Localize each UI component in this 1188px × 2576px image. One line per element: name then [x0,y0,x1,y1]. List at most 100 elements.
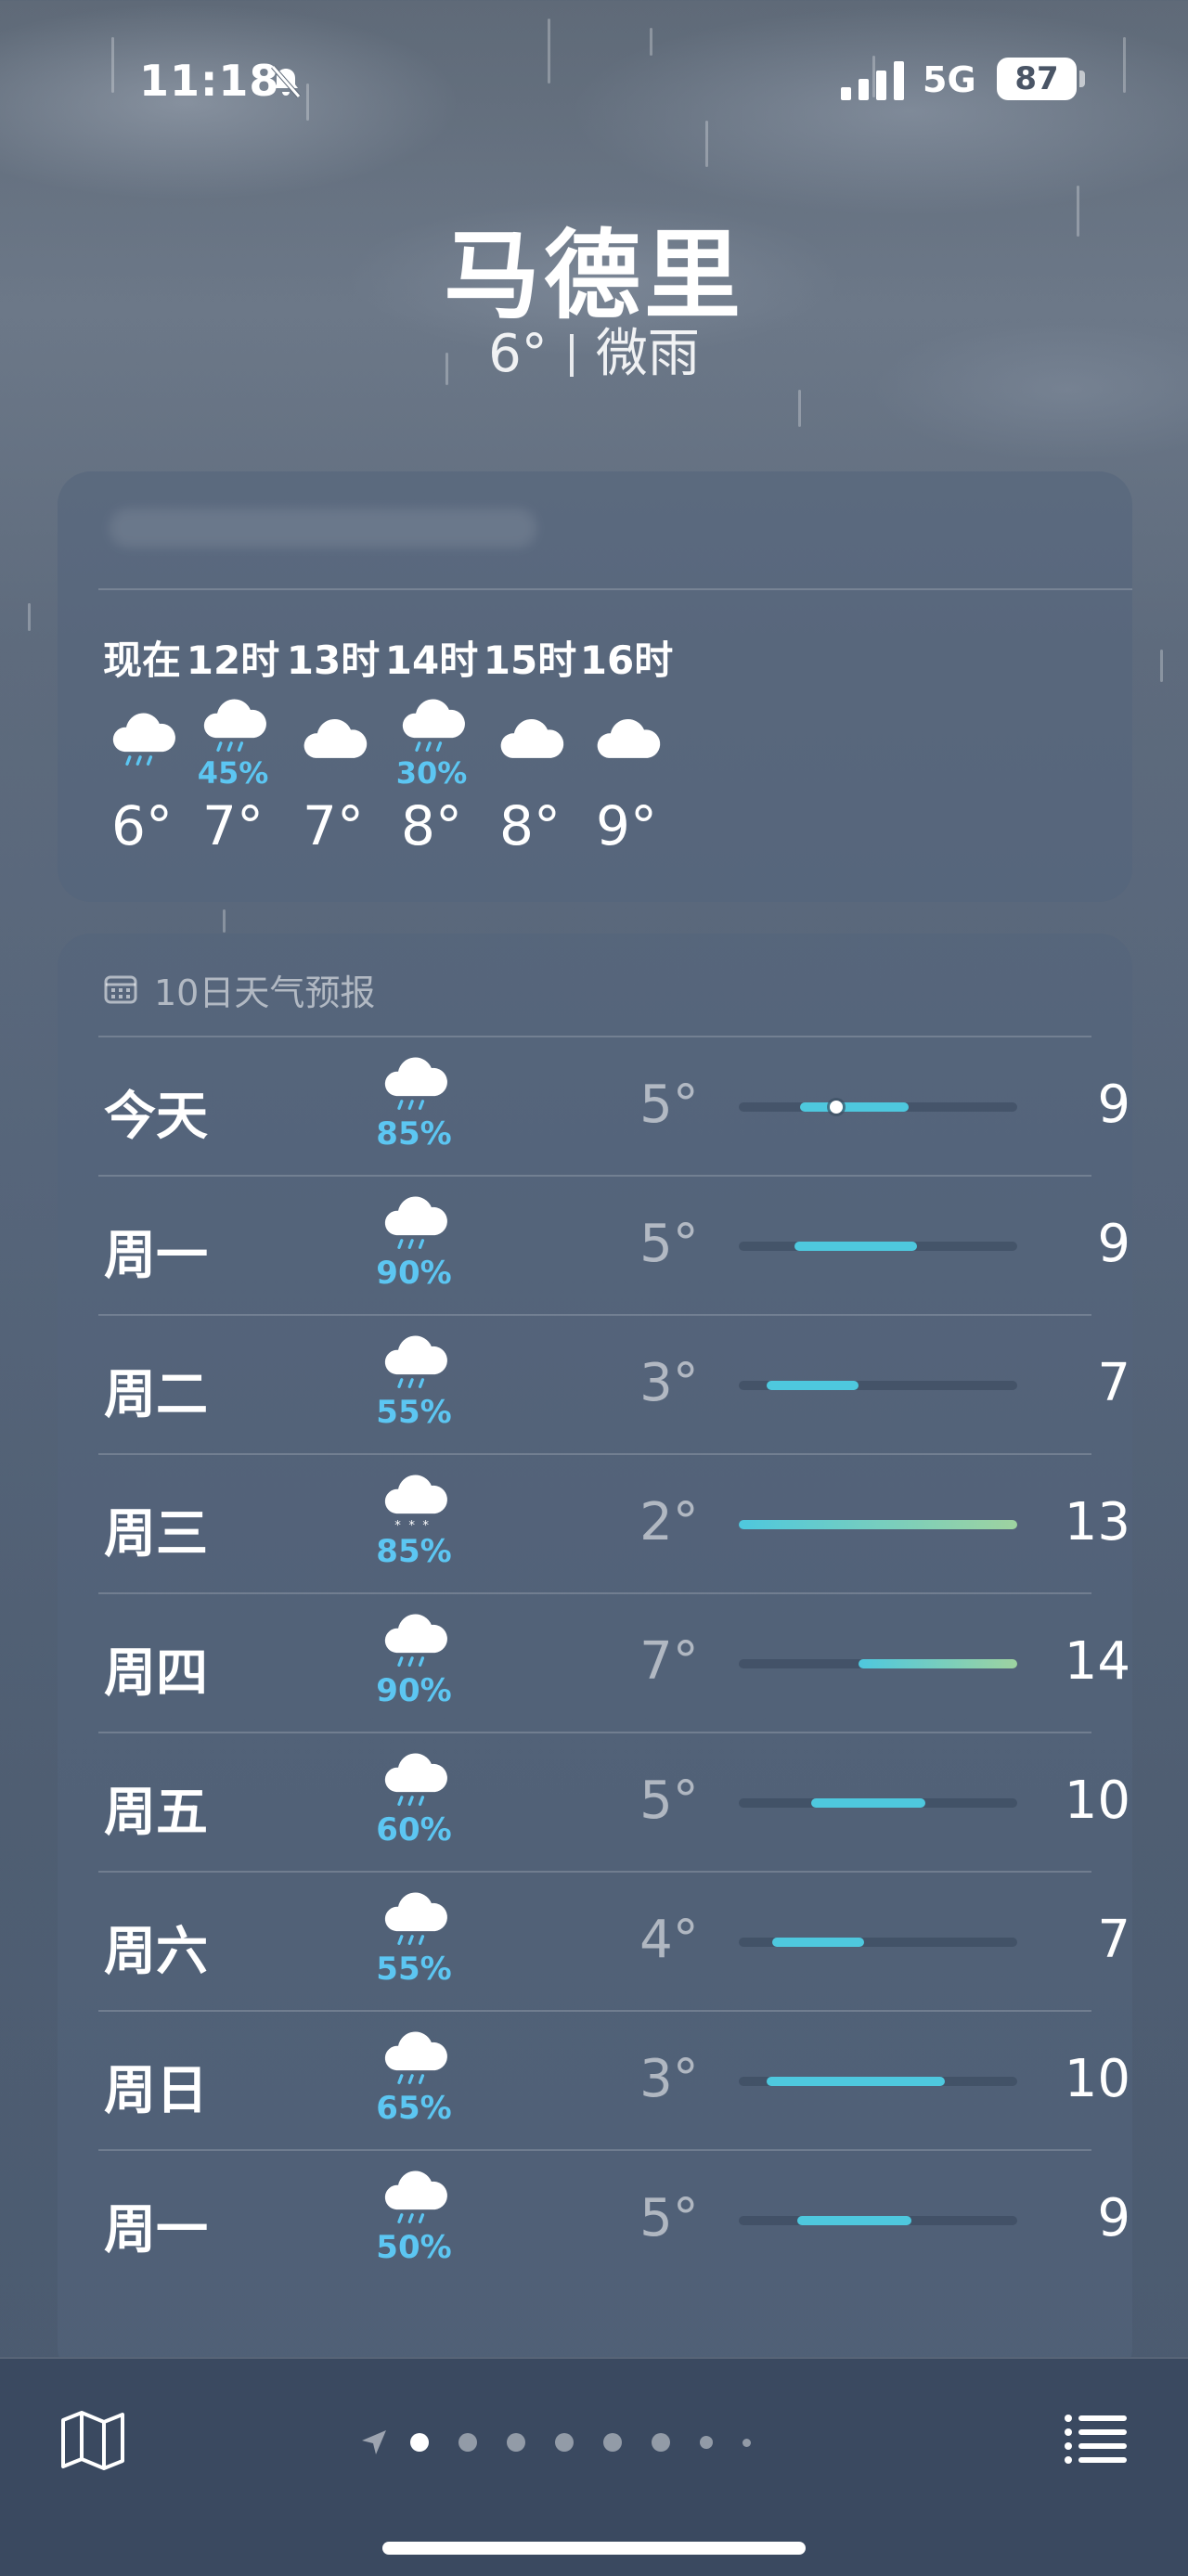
day-low: 5° [639,2188,699,2248]
list-icon[interactable] [1064,2411,1127,2467]
day-label: 周五 [104,1783,208,1843]
page-dot[interactable] [603,2433,622,2452]
day-precip: 90% [376,1672,452,1709]
page-dot[interactable] [700,2436,713,2449]
cellular-signal-icon [841,61,904,100]
day-label: 周四 [104,1643,208,1704]
day-icon [377,1748,451,1810]
ten-day-title: 10日天气预报 [154,972,376,1013]
day-low: 4° [639,1910,699,1970]
page-dot[interactable] [555,2433,574,2452]
day-low: 5° [639,1771,699,1831]
day-icon [377,2166,451,2227]
svg-text:*: * [394,1519,401,1531]
hourly-item: 16时 9° [566,629,687,857]
rain-cloud-icon [384,2170,447,2223]
day-low: 3° [639,1353,699,1413]
day-high: 10° [1064,1771,1132,1831]
day-precip: 55% [376,1394,452,1431]
day-high: 14° [1064,1631,1132,1692]
day-icon [377,2027,451,2088]
hour-temp: 9° [596,794,657,857]
day-icon [377,1887,451,1949]
day-low: 7° [639,1631,699,1692]
forecast-row[interactable]: 周二 55% 3° 7° [98,1314,1132,1455]
temp-range-bar [767,2077,945,2086]
page-dot[interactable] [652,2433,670,2452]
day-icon [377,1191,451,1253]
current-temperature: 6° [488,324,548,384]
page-dot[interactable] [458,2433,477,2452]
day-label: 周六 [104,1922,208,1982]
ten-day-forecast-card[interactable]: 10日天气预报 今天85%5°9°周一90%5°9°周二55%3°7°周三***… [58,934,1132,2381]
day-high: 9° [1097,1214,1132,1274]
temp-range-bar [797,2216,911,2225]
calendar-icon [104,975,137,1004]
snow-rain-cloud-icon: * * * [384,1475,447,1533]
forecast-row[interactable]: 周日 65% 3° 10° [98,2010,1132,2151]
hour-label: 16时 [579,638,674,683]
temp-range-track [739,2077,1017,2086]
rain-cloud-icon [384,1335,447,1388]
temp-range-track [739,1381,1017,1390]
page-dot[interactable] [742,2438,751,2447]
page-indicator[interactable] [358,2424,781,2461]
day-label: 周一 [104,1226,208,1286]
temp-range-bar [767,1381,859,1390]
rain-cloud-icon [384,2031,447,2084]
day-low: 5° [639,1214,699,1274]
forecast-row[interactable]: 周一 50% 5° 9° [98,2149,1132,2290]
day-low: 5° [639,1075,699,1135]
day-label: 周一 [104,2200,208,2260]
temp-range-bar [811,1798,925,1808]
cloud-icon [303,718,368,758]
day-low: 2° [639,1492,699,1552]
day-label: 今天 [104,1087,208,1147]
day-high: 10° [1064,2049,1132,2109]
location-arrow-icon[interactable] [358,2427,390,2458]
rain-cloud-icon [112,713,175,766]
forecast-row[interactable]: 周一 90% 5° 9° [98,1175,1132,1316]
cloud-icon [597,718,661,758]
divider [98,588,1132,590]
forecast-row[interactable]: 周五 60% 5° 10° [98,1732,1132,1873]
day-precip: 50% [376,2229,452,2266]
status-bar: 11:18 5G 87 [0,48,1188,113]
day-icon [377,1331,451,1392]
map-icon[interactable] [58,2407,128,2474]
forecast-row[interactable]: 周六 55% 4° 7° [98,1871,1132,2012]
day-icon [377,1609,451,1670]
day-icon: * * * [377,1470,451,1533]
forecast-row[interactable]: 周三 * * * 85% 2° 13° [98,1453,1132,1594]
svg-text:*: * [422,1519,429,1531]
page-dot[interactable] [410,2433,429,2452]
temp-range-bar [800,1102,909,1112]
temp-range-track [739,1798,1017,1808]
day-icon [377,1052,451,1114]
day-precip: 60% [376,1811,452,1848]
cloud-icon [500,718,564,758]
home-indicator[interactable] [382,2542,806,2555]
page-dot[interactable] [507,2433,525,2452]
hourly-forecast-card[interactable]: 现在 6° 12时 45% 7° 13时 7° 14时 30% 8° 15时 8° 16时 9° [58,471,1132,902]
current-condition: 微雨 [595,324,700,384]
temp-range-track [739,1242,1017,1251]
day-precip: 85% [376,1115,452,1153]
day-high: 9° [1097,2188,1132,2248]
temp-range-track [739,1520,1017,1529]
separator [569,334,574,377]
day-high: 9° [1097,1075,1132,1135]
day-label: 周二 [104,1365,208,1425]
network-type: 5G [923,59,976,100]
day-precip: 65% [376,2090,452,2127]
rain-cloud-icon [402,699,465,752]
day-precip: 85% [376,1533,452,1570]
svg-text:*: * [408,1519,415,1531]
bottom-toolbar [0,2357,1188,2576]
battery-indicator: 87 [997,58,1077,100]
forecast-row[interactable]: 今天 85% 5° 9° [98,1036,1132,1177]
temp-range-track [739,1659,1017,1668]
forecast-row[interactable]: 周四 90% 7° 14° [98,1592,1132,1733]
current-conditions: 6° 微雨 [0,312,1188,387]
temp-range-bar [859,1659,1017,1668]
